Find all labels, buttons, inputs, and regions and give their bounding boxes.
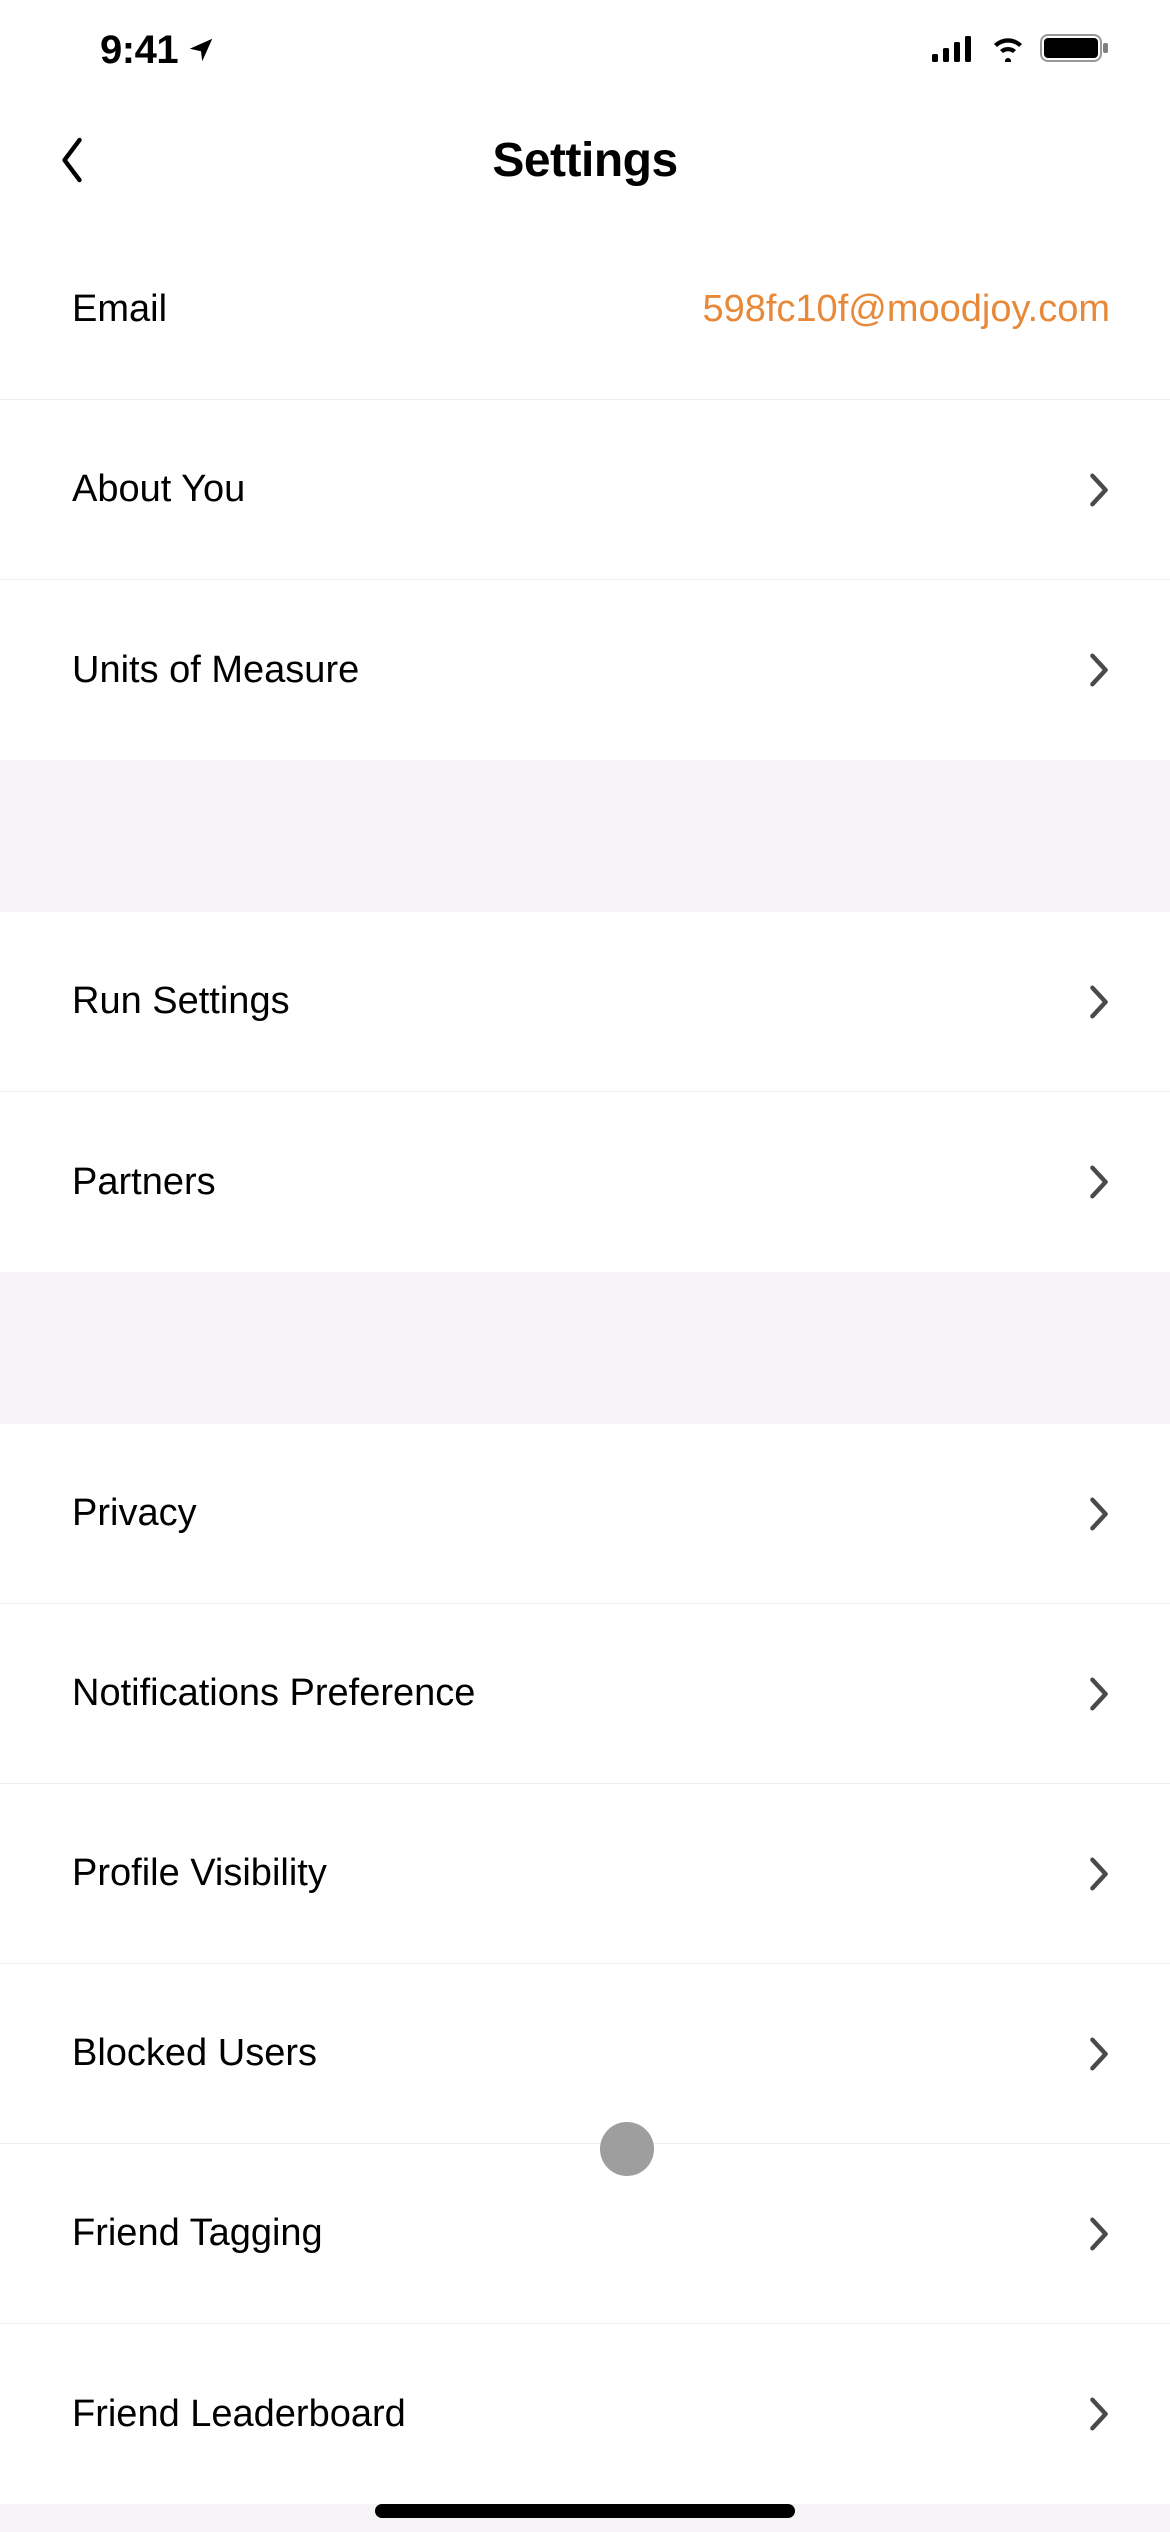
header: Settings: [0, 100, 1170, 220]
status-time: 9:41: [100, 28, 178, 73]
section-account: Email 598fc10f@moodjoy.com About You Uni…: [0, 220, 1170, 760]
row-about-you[interactable]: About You: [0, 400, 1170, 580]
status-right: [932, 32, 1110, 69]
row-label: Profile Visibility: [72, 1852, 327, 1895]
chevron-right-icon: [1088, 2395, 1110, 2433]
cellular-icon: [932, 34, 976, 67]
row-privacy[interactable]: Privacy: [0, 1424, 1170, 1604]
wifi-icon: [988, 34, 1028, 67]
section-gap: [0, 760, 1170, 912]
row-notifications-preference[interactable]: Notifications Preference: [0, 1604, 1170, 1784]
row-email[interactable]: Email 598fc10f@moodjoy.com: [0, 220, 1170, 400]
row-label: Blocked Users: [72, 2032, 317, 2075]
touch-indicator: [600, 2122, 654, 2176]
row-label: Run Settings: [72, 980, 290, 1023]
page-title: Settings: [0, 133, 1170, 188]
home-indicator[interactable]: [375, 2504, 795, 2518]
chevron-right-icon: [1088, 983, 1110, 1021]
row-label: Friend Leaderboard: [72, 2393, 406, 2436]
row-run-settings[interactable]: Run Settings: [0, 912, 1170, 1092]
chevron-right-icon: [1088, 2215, 1110, 2253]
row-label: Units of Measure: [72, 649, 359, 692]
row-profile-visibility[interactable]: Profile Visibility: [0, 1784, 1170, 1964]
location-icon: [186, 35, 216, 65]
status-left: 9:41: [100, 28, 216, 73]
row-label: Partners: [72, 1161, 216, 1204]
chevron-right-icon: [1088, 1495, 1110, 1533]
row-units-of-measure[interactable]: Units of Measure: [0, 580, 1170, 760]
row-friend-tagging[interactable]: Friend Tagging: [0, 2144, 1170, 2324]
row-label: About You: [72, 468, 245, 511]
section-run: Run Settings Partners: [0, 912, 1170, 1272]
back-button[interactable]: [42, 130, 102, 190]
status-bar: 9:41: [0, 0, 1170, 100]
row-label: Friend Tagging: [72, 2212, 323, 2255]
row-label: Email: [72, 288, 167, 331]
chevron-right-icon: [1088, 2035, 1110, 2073]
battery-icon: [1040, 32, 1110, 69]
row-blocked-users[interactable]: Blocked Users: [0, 1964, 1170, 2144]
row-label: Notifications Preference: [72, 1672, 475, 1715]
chevron-right-icon: [1088, 1163, 1110, 1201]
chevron-right-icon: [1088, 471, 1110, 509]
chevron-right-icon: [1088, 1855, 1110, 1893]
chevron-right-icon: [1088, 1675, 1110, 1713]
section-gap: [0, 1272, 1170, 1424]
row-partners[interactable]: Partners: [0, 1092, 1170, 1272]
row-label: Privacy: [72, 1492, 197, 1535]
email-value: 598fc10f@moodjoy.com: [702, 288, 1110, 331]
row-friend-leaderboard[interactable]: Friend Leaderboard: [0, 2324, 1170, 2504]
section-privacy: Privacy Notifications Preference Profile…: [0, 1424, 1170, 2504]
chevron-right-icon: [1088, 651, 1110, 689]
